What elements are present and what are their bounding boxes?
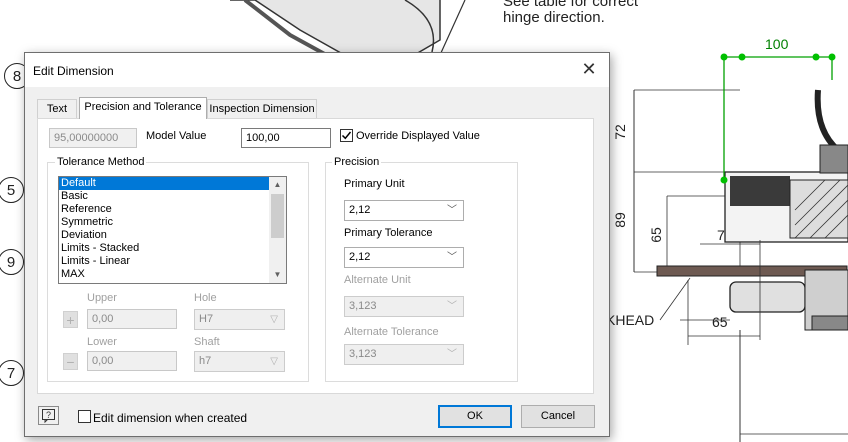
- shaft-label: Shaft: [194, 336, 220, 348]
- alternate-tolerance-value: 3,123: [349, 348, 377, 360]
- override-displayed-value-checkbox[interactable]: [340, 129, 353, 142]
- checkmark-icon: [341, 131, 352, 140]
- list-item-max[interactable]: MAX: [59, 268, 286, 281]
- dimension-65-horizontal: 65: [712, 314, 728, 330]
- primary-unit-select[interactable]: 2,12 ﹀: [344, 200, 464, 221]
- chevron-down-icon: ▽: [270, 356, 278, 367]
- chevron-down-icon: ﹀: [447, 301, 457, 312]
- chevron-down-icon: ﹀: [447, 349, 457, 360]
- hole-value: H7: [199, 313, 214, 325]
- model-value-input[interactable]: 100,00: [241, 128, 331, 148]
- tab-precision-and-tolerance[interactable]: Precision and Tolerance: [79, 97, 207, 119]
- help-icon: ?: [42, 409, 55, 424]
- list-item-deviation[interactable]: Deviation: [59, 229, 286, 242]
- shaft-value: h7: [199, 355, 212, 367]
- dimension-89: 89: [611, 212, 628, 228]
- dimension-65-vertical: 65: [647, 227, 664, 243]
- model-value-label: Model Value: [146, 130, 207, 142]
- shaft-select[interactable]: h7 ▽: [194, 351, 285, 372]
- primary-unit-value: 2,12: [349, 204, 371, 216]
- alternate-unit-value: 3,123: [349, 300, 377, 312]
- override-displayed-value-label: Override Displayed Value: [356, 130, 480, 142]
- edit-dimension-when-created-label: Edit dimension when created: [93, 411, 248, 425]
- scrollbar-thumb[interactable]: [271, 194, 284, 238]
- upper-label: Upper: [87, 292, 117, 304]
- tab-text[interactable]: Text: [37, 99, 77, 118]
- tolerance-method-list[interactable]: Default Basic Reference Symmetric Deviat…: [58, 176, 287, 284]
- chevron-down-icon: ▽: [270, 314, 278, 325]
- minus-icon[interactable]: −: [63, 353, 78, 370]
- close-icon[interactable]: ✕: [579, 59, 599, 79]
- list-scrollbar[interactable]: ▲ ▼: [269, 177, 286, 283]
- list-item-basic[interactable]: Basic: [59, 190, 286, 203]
- cancel-button[interactable]: Cancel: [521, 405, 595, 428]
- ok-button[interactable]: OK: [438, 405, 512, 428]
- tab-inspection-dimension[interactable]: Inspection Dimension: [207, 99, 317, 118]
- edit-dimension-when-created-checkbox[interactable]: [78, 410, 91, 423]
- alternate-unit-select[interactable]: 3,123 ﹀: [344, 296, 464, 317]
- upper-input[interactable]: 0,00: [87, 309, 177, 329]
- primary-tolerance-label: Primary Tolerance: [344, 227, 433, 239]
- svg-text:?: ?: [46, 410, 51, 420]
- scroll-up-icon[interactable]: ▲: [269, 177, 286, 193]
- chevron-down-icon: ﹀: [447, 205, 457, 216]
- plus-icon[interactable]: +: [63, 311, 78, 328]
- dialog-title: Edit Dimension: [33, 64, 114, 78]
- hinge-note-line-2: hinge direction.: [503, 9, 605, 26]
- hole-label: Hole: [194, 292, 217, 304]
- scroll-down-icon[interactable]: ▼: [269, 267, 286, 283]
- dialog-titlebar[interactable]: Edit Dimension ✕: [25, 53, 609, 87]
- dimension-7: 7: [717, 227, 725, 243]
- list-item-limits-stacked[interactable]: Limits - Stacked: [59, 242, 286, 255]
- edit-dimension-dialog: Edit Dimension ✕ Text Precision and Tole…: [24, 52, 610, 437]
- model-value-readout: 95,00000000: [49, 128, 137, 148]
- list-item-reference[interactable]: Reference: [59, 203, 286, 216]
- primary-tolerance-value: 2,12: [349, 251, 371, 263]
- help-button[interactable]: ?: [38, 406, 59, 425]
- lower-input[interactable]: 0,00: [87, 351, 177, 371]
- alternate-tolerance-select[interactable]: 3,123 ﹀: [344, 344, 464, 365]
- lower-label: Lower: [87, 336, 117, 348]
- list-item-limits-linear[interactable]: Limits - Linear: [59, 255, 286, 268]
- bulkhead-callout: KHEAD: [606, 312, 655, 328]
- alternate-tolerance-label: Alternate Tolerance: [344, 326, 439, 338]
- dimension-100: 100: [765, 36, 789, 52]
- precision-label: Precision: [332, 156, 382, 168]
- primary-unit-label: Primary Unit: [344, 178, 405, 190]
- alternate-unit-label: Alternate Unit: [344, 274, 411, 286]
- list-item-symmetric[interactable]: Symmetric: [59, 216, 286, 229]
- dimension-72: 72: [611, 124, 628, 140]
- tolerance-method-label: Tolerance Method: [55, 156, 147, 168]
- chevron-down-icon: ﹀: [447, 252, 457, 263]
- hole-select[interactable]: H7 ▽: [194, 309, 285, 330]
- list-item-default[interactable]: Default: [59, 177, 286, 190]
- primary-tolerance-select[interactable]: 2,12 ﹀: [344, 247, 464, 268]
